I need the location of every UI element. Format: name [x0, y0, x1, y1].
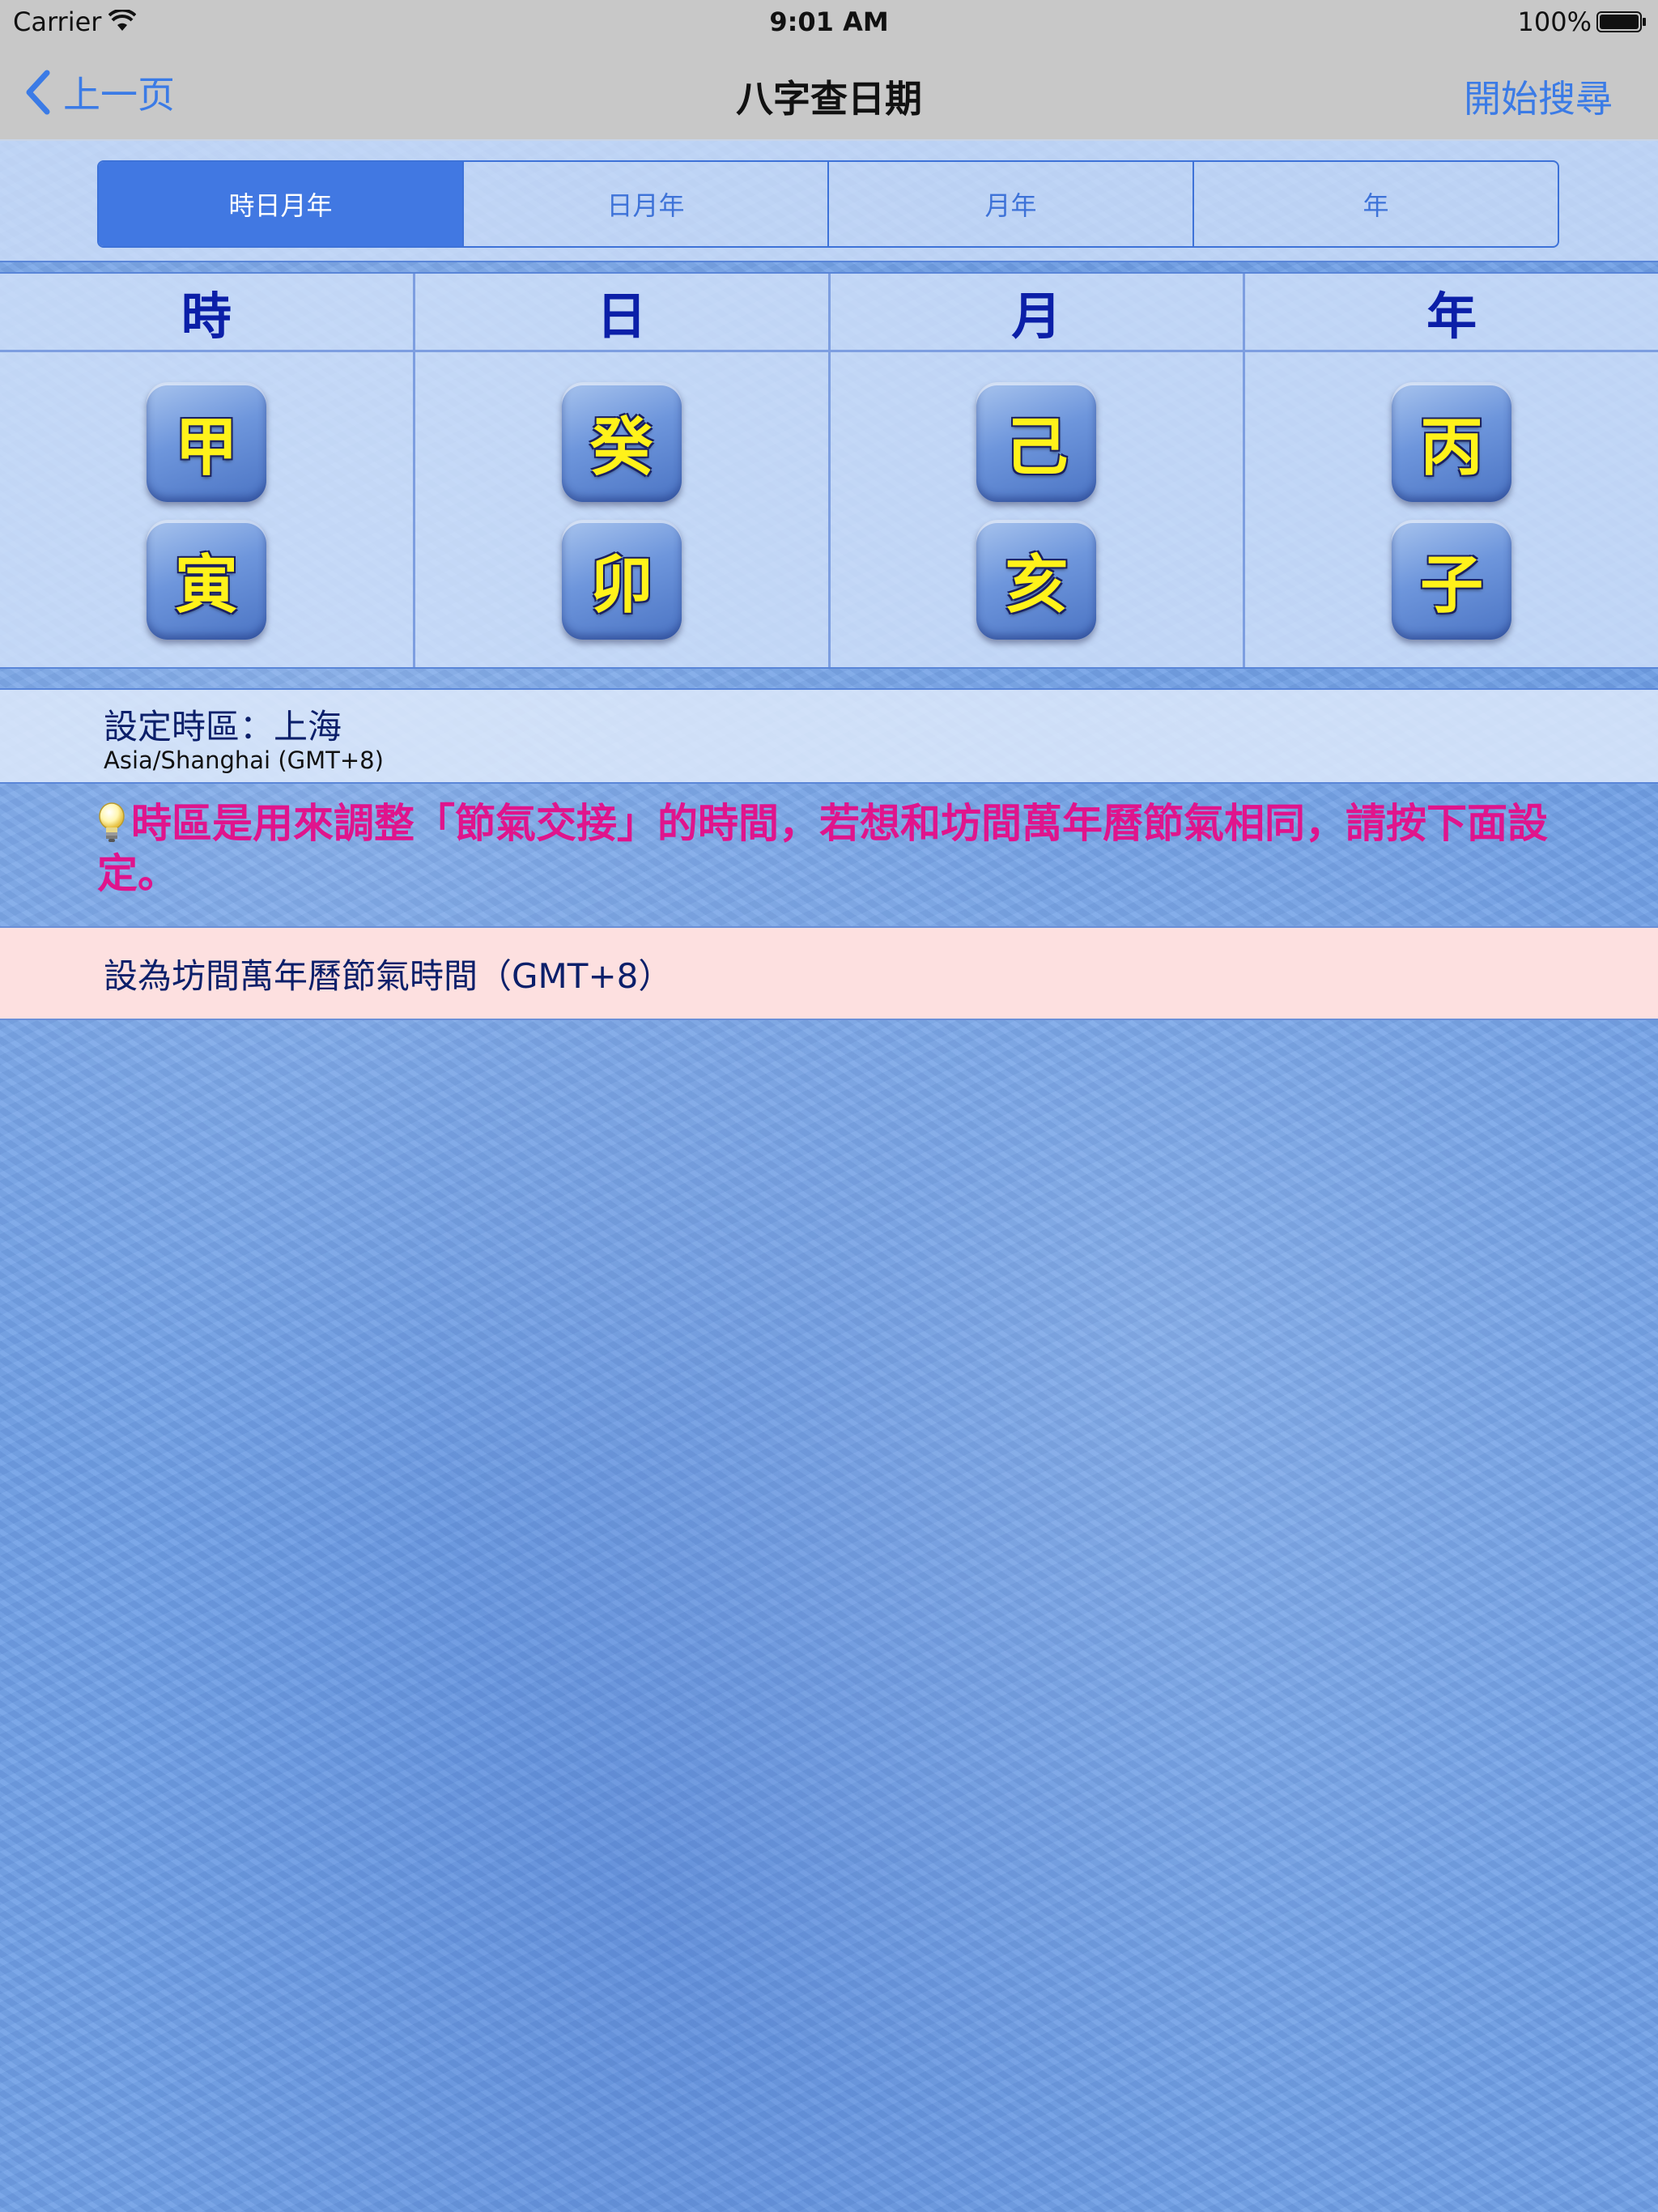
timezone-label: 設定時區：上海	[104, 707, 342, 747]
start-search-button[interactable]: 開始搜尋	[1464, 70, 1613, 123]
segment-month-year[interactable]: 月年	[829, 162, 1194, 246]
timezone-tip: 時區是用來調整「節氣交接」的時間，若想和坊間萬年曆節氣相同，請按下面設定。	[97, 798, 1554, 899]
tile-char: 癸	[589, 411, 653, 484]
segment-hour-day-month-year[interactable]: 時日月年	[99, 162, 464, 246]
pillar-header: 日	[414, 274, 828, 352]
pillar-year: 年 丙 子	[1245, 274, 1658, 667]
pillar-header: 時	[0, 274, 413, 352]
hour-stem-tile[interactable]: 甲	[146, 382, 266, 502]
segment-year[interactable]: 年	[1194, 162, 1558, 246]
segment-day-month-year[interactable]: 日月年	[464, 162, 829, 246]
timezone-subtitle: Asia/Shanghai (GMT+8)	[104, 747, 384, 774]
pillar-header: 年	[1245, 274, 1658, 352]
tip-text: 時區是用來調整「節氣交接」的時間，若想和坊間萬年曆節氣相同，請按下面設定。	[97, 800, 1548, 897]
month-stem-tile[interactable]: 己	[976, 382, 1097, 502]
navigation-bar: 上一页 八字查日期 開始搜尋	[0, 45, 1658, 141]
tile-char: 亥	[1005, 549, 1069, 622]
pillar-day: 日 癸 卯	[414, 274, 831, 667]
segment-band: 時日月年 日月年 月年 年	[0, 139, 1658, 262]
pillar-month: 月 己 亥	[830, 274, 1246, 667]
pillar-scope-segmented-control: 時日月年 日月年 月年 年	[97, 160, 1559, 248]
tile-char: 丙	[1420, 411, 1484, 484]
day-branch-tile[interactable]: 卯	[561, 520, 682, 640]
tile-char: 甲	[174, 411, 238, 484]
pillar-hour: 時 甲 寅	[0, 274, 415, 667]
status-bar: Carrier 9:01 AM 100%	[0, 0, 1658, 45]
month-branch-tile[interactable]: 亥	[976, 520, 1097, 640]
year-stem-tile[interactable]: 丙	[1392, 382, 1512, 502]
tile-char: 卯	[589, 549, 653, 622]
timezone-setting-row[interactable]: 設定時區：上海 Asia/Shanghai (GMT+8)	[0, 688, 1658, 784]
status-time: 9:01 AM	[769, 6, 889, 37]
action-label: 設為坊間萬年曆節氣時間（GMT+8）	[104, 955, 673, 996]
year-branch-tile[interactable]: 子	[1392, 520, 1512, 640]
tile-char: 己	[1005, 411, 1069, 484]
day-stem-tile[interactable]: 癸	[561, 382, 682, 502]
battery-icon	[1596, 11, 1646, 32]
set-market-calendar-time-button[interactable]: 設為坊間萬年曆節氣時間（GMT+8）	[0, 926, 1658, 1020]
tile-char: 寅	[174, 549, 238, 622]
tile-char: 子	[1420, 549, 1484, 622]
lightbulb-icon	[99, 802, 125, 842]
page-title: 八字查日期	[736, 77, 922, 121]
four-pillars-grid: 時 甲 寅 日 癸 卯 月 己 亥 年 丙 子	[0, 272, 1658, 669]
pillar-header: 月	[830, 274, 1244, 352]
battery-percent: 100%	[1517, 6, 1592, 37]
hour-branch-tile[interactable]: 寅	[146, 520, 266, 640]
